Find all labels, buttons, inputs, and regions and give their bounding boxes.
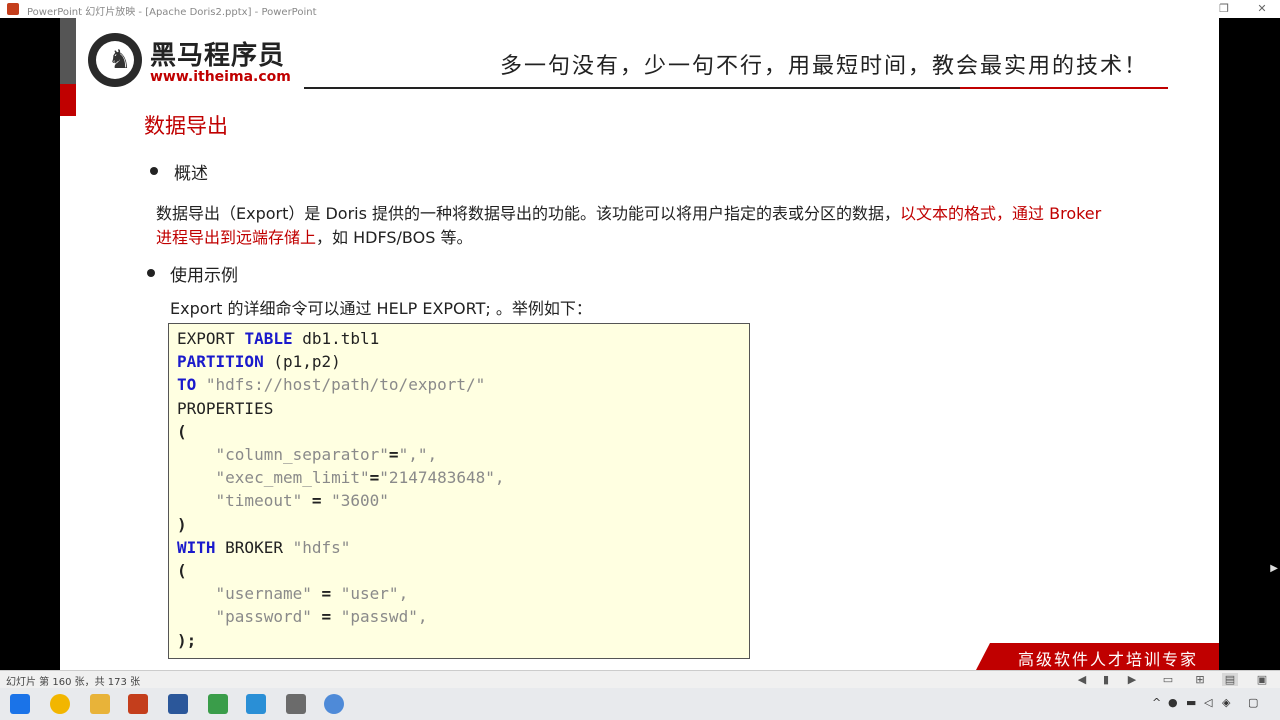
overview-paragraph: 数据导出（Export）是 Doris 提供的一种将数据导出的功能。该功能可以将…: [156, 202, 1116, 250]
footer-banner-text: 高级软件人才培训专家: [1018, 650, 1199, 669]
windows-start-icon[interactable]: [10, 694, 30, 714]
app-window-icon[interactable]: [246, 694, 266, 714]
next-slide-icon[interactable]: ▶: [1124, 673, 1140, 686]
bullet-overview: 概述: [174, 164, 208, 184]
footer-banner: 高级软件人才培训专家: [976, 643, 1219, 670]
previous-slide-icon[interactable]: ◀: [1074, 673, 1090, 686]
normal-view-icon[interactable]: ▭: [1160, 673, 1176, 686]
overview-text: 数据导出（Export）是 Doris 提供的一种将数据导出的功能。该功能可以将…: [156, 204, 901, 223]
slide-menu-icon[interactable]: ▮: [1098, 673, 1114, 686]
overview-text-end: ，如 HDFS/BOS 等。: [316, 228, 473, 247]
decorative-red-bar: [60, 84, 76, 116]
bullet-dot: [150, 167, 158, 175]
slideshow-view-icon[interactable]: ▣: [1254, 673, 1270, 686]
brand-logo: ♞ 黑马程序员 www.itheima.com: [88, 33, 291, 93]
logo-chinese-text: 黑马程序员: [150, 41, 286, 71]
browser-icon[interactable]: [324, 694, 344, 714]
status-bar: 幻灯片 第 160 张，共 173 张 ◀ ▮ ▶ ▭ ⊞ ▤ ▣: [0, 670, 1280, 688]
microphone-icon[interactable]: ●: [1168, 696, 1178, 709]
taskbar: ^ ● ▬ ◁ ◈ ▢: [0, 688, 1280, 720]
restore-window-button[interactable]: ❐: [1214, 2, 1234, 15]
window-title-bar: PowerPoint 幻灯片放映 - [Apache Doris2.pptx] …: [0, 0, 1280, 18]
word-icon[interactable]: [168, 694, 188, 714]
horse-head-icon: ♞: [108, 45, 132, 75]
network-icon[interactable]: ◈: [1222, 696, 1230, 709]
bullet-usage-example: 使用示例: [170, 266, 238, 286]
slide-sorter-icon[interactable]: ⊞: [1192, 673, 1208, 686]
slide-slogan: 多一句没有，少一句不行，用最短时间，教会最实用的技术！: [500, 54, 1149, 79]
next-slide-arrow-icon[interactable]: ▶: [1270, 563, 1278, 574]
bullet-dot: [147, 269, 155, 277]
slideshow-stage[interactable]: ♞ 黑马程序员 www.itheima.com 多一句没有，少一句不行，用最短时…: [0, 18, 1280, 670]
slide-heading: 数据导出: [144, 114, 228, 138]
decorative-grey-bar: [60, 18, 76, 84]
powerpoint-icon: [7, 3, 19, 15]
notepad-icon[interactable]: [208, 694, 228, 714]
battery-icon[interactable]: ▬: [1186, 696, 1196, 709]
file-explorer-icon[interactable]: [90, 694, 110, 714]
image-viewer-icon[interactable]: [286, 694, 306, 714]
slide[interactable]: ♞ 黑马程序员 www.itheima.com 多一句没有，少一句不行，用最短时…: [60, 18, 1219, 670]
tray-expand-icon[interactable]: ^: [1152, 696, 1161, 709]
slide-counter: 幻灯片 第 160 张，共 173 张: [6, 677, 141, 688]
reading-view-icon[interactable]: ▤: [1222, 673, 1238, 686]
notification-icon[interactable]: ▢: [1248, 696, 1258, 709]
volume-icon[interactable]: ◁: [1204, 696, 1212, 709]
usage-description: Export 的详细命令可以通过 HELP EXPORT; 。举例如下：: [170, 299, 592, 318]
powerpoint-taskbar-icon[interactable]: [128, 694, 148, 714]
code-block: EXPORT TABLE db1.tbl1 PARTITION (p1,p2) …: [177, 329, 505, 650]
header-divider-accent: [960, 87, 1168, 89]
window-title: PowerPoint 幻灯片放映 - [Apache Doris2.pptx] …: [27, 7, 317, 18]
close-window-button[interactable]: ✕: [1252, 2, 1272, 15]
chrome-icon[interactable]: [50, 694, 70, 714]
code-example-box: EXPORT TABLE db1.tbl1 PARTITION (p1,p2) …: [168, 323, 750, 659]
logo-url-text: www.itheima.com: [150, 69, 291, 85]
